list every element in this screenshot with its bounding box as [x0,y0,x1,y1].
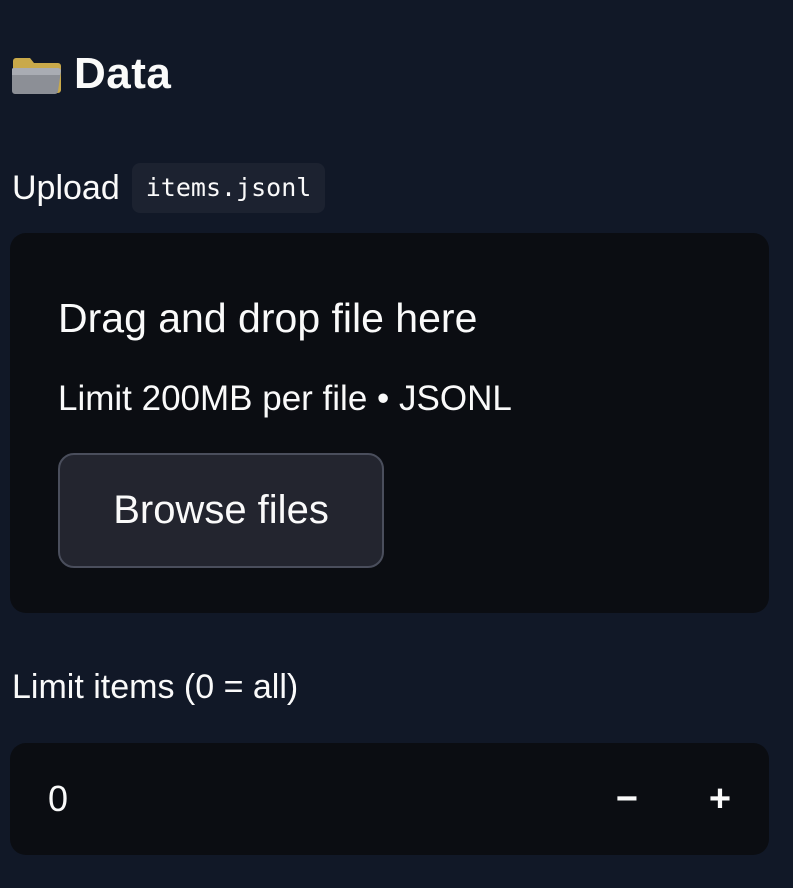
dropzone-limit-text: Limit 200MB per file • JSONL [58,379,512,418]
file-dropzone[interactable]: Drag and drop file here Limit 200MB per … [10,233,769,613]
limit-items-input[interactable]: 0 − + [10,743,769,855]
upload-label-text: Upload [12,168,120,207]
decrement-button[interactable]: − [597,743,657,855]
folder-icon [12,58,61,94]
limit-items-value[interactable]: 0 [48,743,68,855]
section-title: Data [74,49,172,98]
browse-files-button[interactable]: Browse files [58,453,384,568]
dropzone-title: Drag and drop file here [58,295,478,341]
section-header: Data [12,46,171,102]
sidebar: Data Upload items.jsonl Drag and drop fi… [0,0,793,888]
increment-button[interactable]: + [690,743,750,855]
upload-filename-code: items.jsonl [131,163,326,213]
limit-items-label: Limit items (0 = all) [12,668,299,706]
upload-label: Upload items.jsonl [12,162,326,214]
